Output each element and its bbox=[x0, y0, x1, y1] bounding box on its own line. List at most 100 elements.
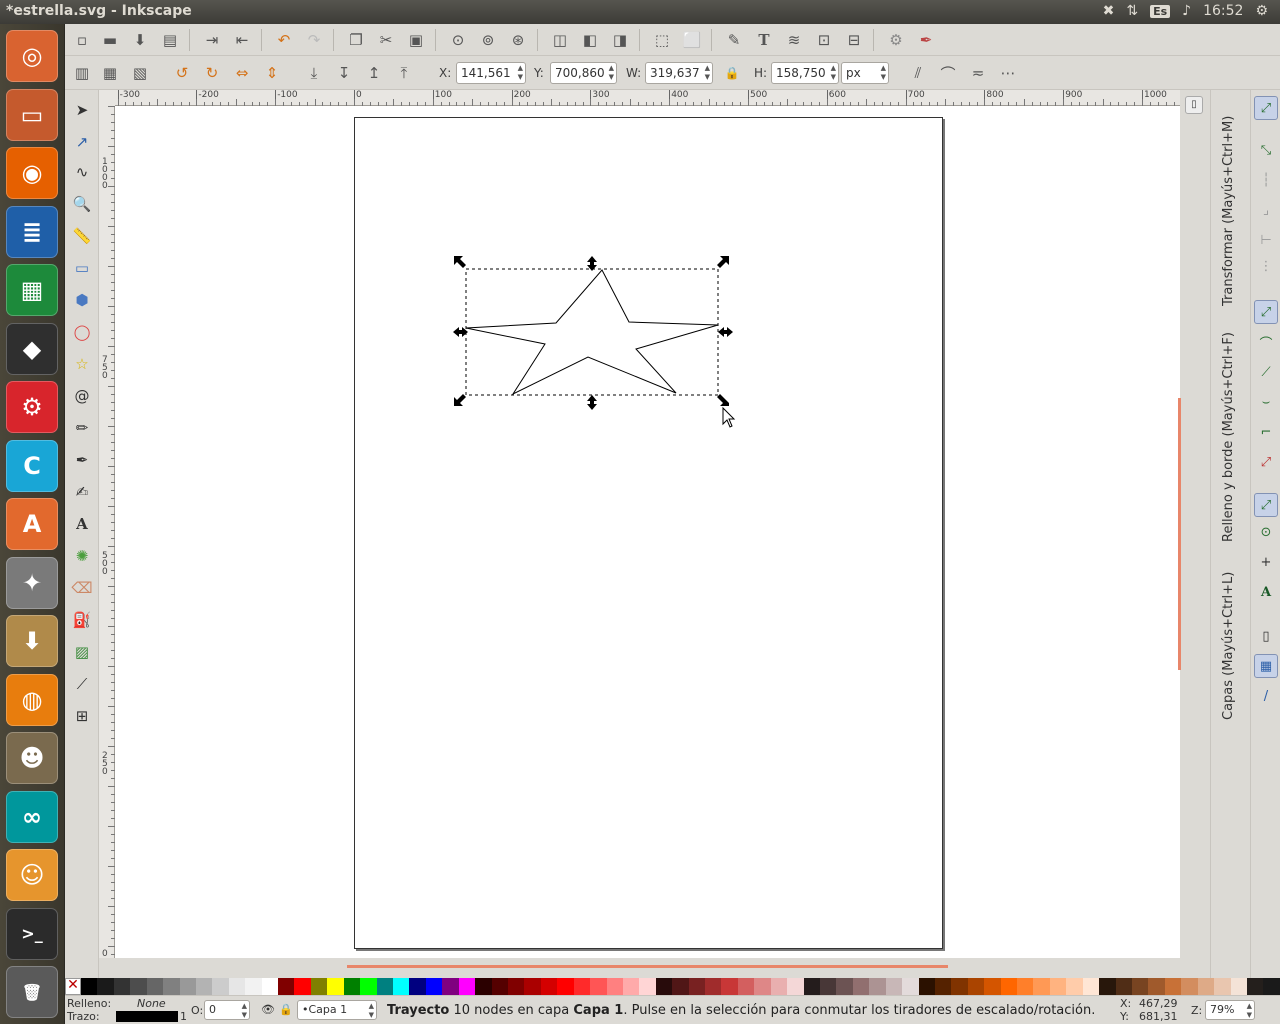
color-swatch[interactable] bbox=[261, 978, 279, 995]
power-icon[interactable]: ⚙ bbox=[1255, 3, 1268, 19]
terminal-icon[interactable]: >_ bbox=[6, 907, 58, 960]
color-swatch[interactable] bbox=[852, 978, 870, 995]
snap-cusp-nodes-icon[interactable]: ⌣ bbox=[1254, 390, 1278, 414]
writer-icon[interactable]: ≣ bbox=[6, 205, 58, 258]
calc-icon[interactable]: ▦ bbox=[6, 264, 58, 316]
fill-indicator[interactable]: None bbox=[137, 997, 166, 1010]
paint-bucket-tool-icon[interactable]: ⛽ bbox=[70, 608, 94, 632]
snap-bbox-midpoints-icon[interactable]: ⊢ bbox=[1254, 228, 1278, 252]
group-icon[interactable]: ⬚ bbox=[651, 29, 673, 51]
snap-nodes-icon[interactable]: ⤢ bbox=[1254, 300, 1278, 324]
zoom-field[interactable]: 79% ▲ ▼ bbox=[1205, 1000, 1255, 1020]
no-paint-swatch[interactable]: ✕ bbox=[65, 978, 81, 995]
snap-bbox-corners-icon[interactable]: ⌟ bbox=[1254, 198, 1278, 222]
color-swatch[interactable] bbox=[770, 978, 788, 995]
ungroup-icon[interactable]: ⬜ bbox=[681, 29, 703, 51]
vertical-ruler[interactable]: 1000 750 500 250 0 bbox=[99, 106, 115, 959]
color-swatch[interactable] bbox=[1197, 978, 1215, 995]
snap-enable-icon[interactable]: ⤢ bbox=[1254, 96, 1278, 120]
selector-tool-icon[interactable]: ➤ bbox=[70, 98, 94, 122]
snap-bbox-icon[interactable]: ⤡ bbox=[1254, 138, 1278, 162]
codeblocks-icon[interactable]: C bbox=[6, 439, 58, 492]
zoom-correction-icon[interactable]: ▯ bbox=[1185, 96, 1203, 114]
scale-corners-icon[interactable]: ⌒ bbox=[937, 62, 959, 84]
select-all-layers-icon[interactable]: ▦ bbox=[99, 62, 121, 84]
color-swatch[interactable] bbox=[179, 978, 196, 995]
scratch-icon[interactable]: ☺ bbox=[6, 849, 58, 901]
print-icon[interactable]: ▤ bbox=[159, 29, 181, 51]
color-swatch[interactable] bbox=[212, 978, 229, 995]
spiral-tool-icon[interactable]: @ bbox=[70, 384, 94, 408]
color-swatch[interactable] bbox=[1230, 978, 1247, 995]
color-swatch[interactable] bbox=[310, 978, 328, 995]
w-field[interactable]: 319,637 ▲ ▼ bbox=[645, 62, 713, 84]
color-swatch[interactable] bbox=[787, 978, 804, 995]
zoom-tool-icon[interactable]: 🔍 bbox=[70, 192, 94, 216]
color-swatch[interactable] bbox=[507, 978, 525, 995]
color-swatch[interactable] bbox=[639, 978, 656, 995]
color-swatch[interactable] bbox=[737, 978, 755, 995]
opacity-field[interactable]: 0 ▲ ▼ bbox=[204, 1000, 250, 1020]
keyboard-layout-indicator[interactable]: Es bbox=[1150, 4, 1171, 18]
layers-icon[interactable]: ≋ bbox=[783, 29, 805, 51]
h-field[interactable]: 158,750 ▲ ▼ bbox=[771, 62, 839, 84]
inkscape-icon[interactable]: ◆ bbox=[6, 322, 58, 375]
fill-stroke-dialog-tab[interactable]: Relleno y borde (Mayús+Ctrl+F) bbox=[1221, 322, 1236, 542]
color-swatch[interactable] bbox=[1132, 978, 1149, 995]
color-swatch[interactable] bbox=[97, 978, 114, 995]
color-swatch[interactable] bbox=[146, 978, 164, 995]
lower-to-bottom-icon[interactable]: ⤓ bbox=[303, 62, 325, 84]
color-swatch[interactable] bbox=[1214, 978, 1231, 995]
color-swatch[interactable] bbox=[1099, 978, 1116, 995]
import-icon[interactable]: ⇥ bbox=[201, 29, 223, 51]
color-swatch[interactable] bbox=[327, 978, 344, 995]
color-swatch[interactable] bbox=[573, 978, 591, 995]
current-layer-select[interactable]: •Capa 1 ▲ ▼ bbox=[297, 1000, 377, 1020]
snap-bbox-centers-icon[interactable]: ⋮ bbox=[1254, 254, 1278, 278]
color-swatch[interactable] bbox=[1115, 978, 1132, 995]
network-app-icon[interactable]: ✖ bbox=[1103, 3, 1115, 19]
flip-vertical-icon[interactable]: ⇕ bbox=[261, 62, 283, 84]
color-swatch[interactable] bbox=[294, 978, 311, 995]
color-swatch[interactable] bbox=[130, 978, 147, 995]
color-swatch[interactable] bbox=[425, 978, 443, 995]
color-swatch[interactable] bbox=[475, 978, 492, 995]
snap-bbox-edges-icon[interactable]: ┆ bbox=[1254, 168, 1278, 192]
snap-smooth-nodes-icon[interactable]: ⌐ bbox=[1254, 420, 1278, 444]
color-swatch[interactable] bbox=[343, 978, 361, 995]
raise-icon[interactable]: ↥ bbox=[363, 62, 385, 84]
color-swatch[interactable] bbox=[1263, 978, 1280, 995]
color-swatch[interactable] bbox=[81, 978, 98, 995]
calligraphy-tool-icon[interactable]: ✍ bbox=[70, 480, 94, 504]
snap-paths-icon[interactable]: ⌒ bbox=[1254, 330, 1278, 354]
zoom-selection-icon[interactable]: ⊙ bbox=[447, 29, 469, 51]
undo-icon[interactable]: ↶ bbox=[273, 29, 295, 51]
preferences-icon[interactable]: ⚙ bbox=[885, 29, 907, 51]
color-swatch[interactable] bbox=[1148, 978, 1165, 995]
raise-to-top-icon[interactable]: ⤒ bbox=[393, 62, 415, 84]
color-swatch[interactable] bbox=[655, 978, 673, 995]
layer-visibility-icon[interactable]: 👁 bbox=[261, 1003, 275, 1016]
snap-others-icon[interactable]: ⤢ bbox=[1254, 493, 1278, 517]
color-swatch[interactable] bbox=[951, 978, 968, 995]
color-swatch[interactable] bbox=[278, 978, 295, 995]
color-swatch[interactable] bbox=[967, 978, 985, 995]
eraser-tool-icon[interactable]: ⌫ bbox=[70, 576, 94, 600]
color-swatch[interactable] bbox=[1164, 978, 1182, 995]
color-swatch[interactable] bbox=[590, 978, 607, 995]
layer-lock-icon[interactable]: 🔒 bbox=[279, 1003, 293, 1016]
connector-tool-icon[interactable]: ⊞ bbox=[70, 704, 94, 728]
network-icon[interactable]: ⇅ bbox=[1126, 3, 1138, 19]
select-all-icon[interactable]: ▥ bbox=[71, 62, 93, 84]
snap-midpoints-icon[interactable]: ⤢ bbox=[1254, 450, 1278, 474]
color-swatch[interactable] bbox=[754, 978, 771, 995]
dropper-tool-icon[interactable]: ⟋ bbox=[70, 672, 94, 696]
text-tool-icon[interactable]: A bbox=[70, 512, 94, 536]
color-swatch[interactable] bbox=[458, 978, 476, 995]
color-swatch[interactable] bbox=[1181, 978, 1198, 995]
document-properties-icon[interactable]: ✒ bbox=[915, 29, 937, 51]
drawing-canvas[interactable] bbox=[115, 106, 1180, 958]
spray-tool-icon[interactable]: ✺ bbox=[70, 544, 94, 568]
freecad-icon[interactable]: ⚙ bbox=[6, 381, 58, 433]
color-swatch[interactable] bbox=[918, 978, 935, 995]
